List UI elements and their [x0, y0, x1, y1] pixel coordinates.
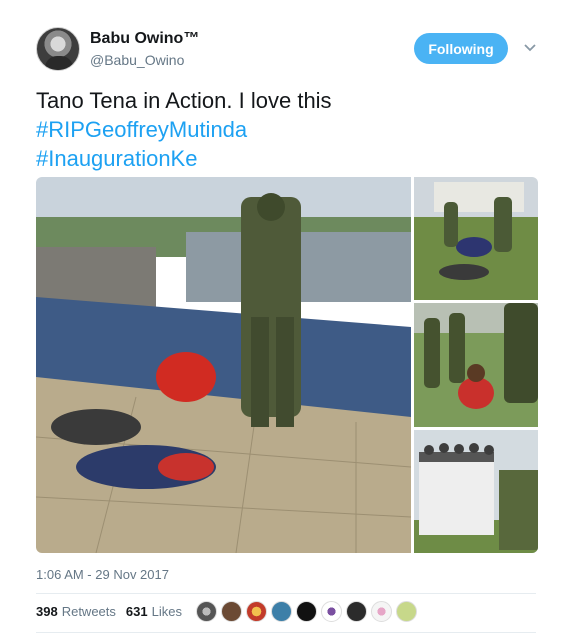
avatar-silhouette: [45, 56, 73, 70]
main-photo[interactable]: [36, 177, 411, 553]
side-photo[interactable]: [414, 303, 538, 427]
liker-avatar[interactable]: [221, 601, 242, 622]
hashtag-link[interactable]: #RIPGeoffreyMutinda: [36, 115, 536, 144]
liker-avatar[interactable]: [296, 601, 317, 622]
liker-avatar[interactable]: [396, 601, 417, 622]
liker-avatars: [196, 601, 421, 625]
following-button[interactable]: Following: [414, 33, 508, 64]
retweets-label[interactable]: Retweets: [62, 604, 116, 619]
author-display-name[interactable]: Babu Owino™: [90, 30, 199, 48]
side-photo[interactable]: [414, 430, 538, 553]
divider: [36, 632, 536, 633]
tweet-text: Tano Tena in Action. I love this #RIPGeo…: [36, 86, 536, 173]
divider: [36, 593, 536, 594]
hashtag-link[interactable]: #InaugurationKe: [36, 144, 536, 173]
side-photo[interactable]: [414, 177, 538, 300]
tweet-timestamp[interactable]: 1:06 AM - 29 Nov 2017: [36, 567, 169, 582]
tweet-stats: 398 Retweets 631 Likes: [36, 604, 192, 619]
liker-avatar[interactable]: [371, 601, 392, 622]
media-grid: [36, 177, 538, 553]
liker-avatar[interactable]: [346, 601, 367, 622]
liker-avatar[interactable]: [196, 601, 217, 622]
liker-avatar[interactable]: [246, 601, 267, 622]
likes-label[interactable]: Likes: [152, 604, 182, 619]
author-avatar[interactable]: [36, 27, 80, 71]
liker-avatar[interactable]: [321, 601, 342, 622]
tweet-text-line: Tano Tena in Action. I love this: [36, 88, 332, 113]
author-handle[interactable]: @Babu_Owino: [90, 52, 184, 68]
tweet-card: Babu Owino™ @Babu_Owino Following Tano T…: [0, 0, 571, 643]
chevron-down-icon[interactable]: [522, 40, 538, 56]
liker-avatar[interactable]: [271, 601, 292, 622]
likes-count[interactable]: 631: [126, 604, 148, 619]
retweets-count[interactable]: 398: [36, 604, 58, 619]
